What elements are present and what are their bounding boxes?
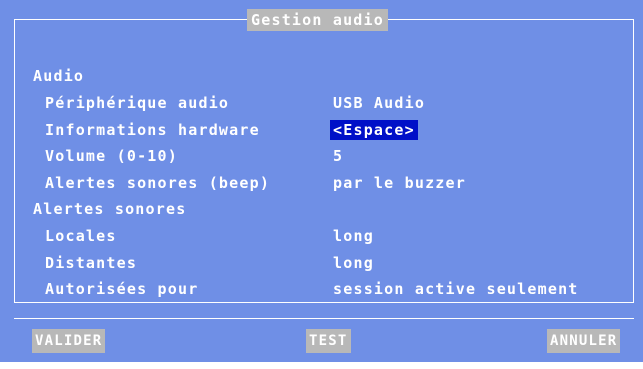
- button-separator: [14, 318, 634, 319]
- label-alertes-sonores-beep: Alertes sonores (beep): [45, 174, 271, 192]
- label-distantes: Distantes: [45, 254, 138, 272]
- value-volume[interactable]: 5: [333, 146, 343, 166]
- label-autorisees-pour: Autorisées pour: [45, 280, 199, 298]
- terminal-screen: Gestion audio Audio Périphérique audio U…: [0, 0, 643, 362]
- value-informations-hardware[interactable]: <Espace>: [330, 120, 418, 140]
- cancel-button[interactable]: ANNULER: [547, 329, 621, 353]
- label-informations-hardware: Informations hardware: [45, 121, 260, 139]
- label-locales: Locales: [45, 227, 117, 245]
- dialog-title: Gestion audio: [247, 9, 388, 31]
- validate-button[interactable]: VALIDER: [32, 329, 106, 353]
- value-autorisees-pour[interactable]: session active seulement: [333, 279, 579, 299]
- section-heading-alertes: Alertes sonores: [33, 200, 187, 218]
- label-volume: Volume (0-10): [45, 147, 178, 165]
- value-alertes-sonores-beep[interactable]: par le buzzer: [333, 173, 466, 193]
- value-distantes[interactable]: long: [333, 253, 374, 273]
- section-heading-audio: Audio: [33, 67, 85, 85]
- value-peripherique-audio[interactable]: USB Audio: [333, 93, 425, 113]
- value-locales[interactable]: long: [333, 226, 374, 246]
- label-peripherique-audio: Périphérique audio: [45, 94, 230, 112]
- test-button[interactable]: TEST: [306, 329, 351, 353]
